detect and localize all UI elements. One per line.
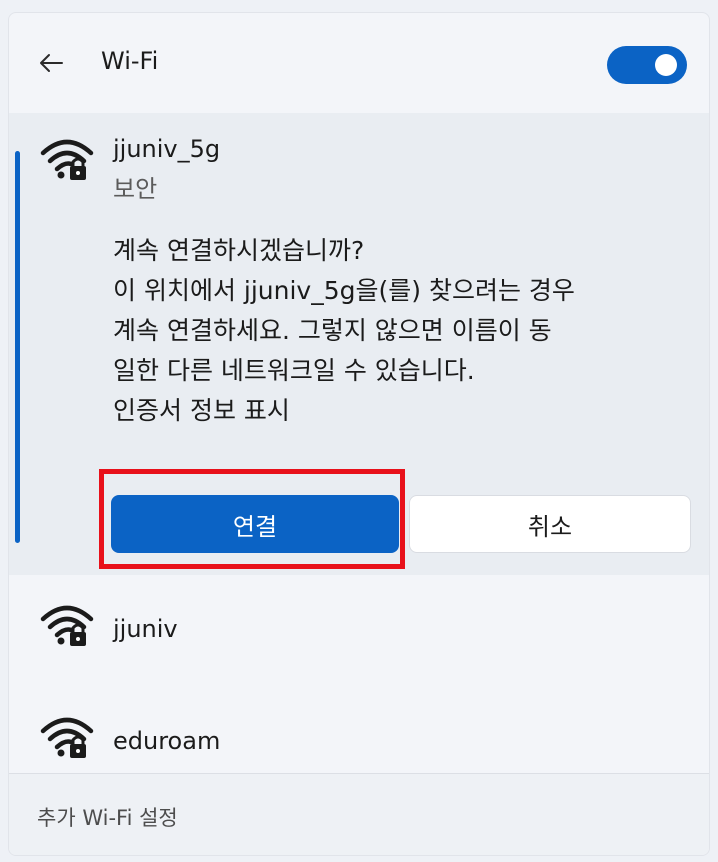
arrow-left-icon [40, 54, 63, 72]
wifi-flyout: Wi-Fi jjuniv_5g 보안 계속 연결하시겠습니까? 이 위치에서 j… [8, 12, 710, 856]
toggle-knob [655, 54, 677, 76]
wifi-toggle[interactable] [607, 46, 687, 84]
network-name: eduroam [113, 727, 221, 755]
back-button[interactable] [37, 49, 65, 77]
prompt-line: 계속 연결하시겠습니까? [113, 236, 365, 265]
selection-indicator [15, 151, 20, 543]
wifi-secured-icon [40, 717, 94, 758]
network-name: jjuniv_5g [113, 135, 221, 163]
network-security-status: 보안 [113, 175, 158, 203]
network-name: jjuniv [113, 615, 178, 643]
prompt-line: 계속 연결하세요. 그렇지 않으면 이름이 동 [113, 316, 552, 345]
prompt-line: 일한 다른 네트워크일 수 있습니다. [113, 356, 475, 385]
wifi-secured-icon [40, 605, 94, 646]
prompt-line: 이 위치에서 jjuniv_5g을(를) 찾으려는 경우 [113, 276, 575, 305]
network-item-jjuniv[interactable]: jjuniv [9, 579, 709, 679]
network-item-jjuniv-5g-expanded: jjuniv_5g 보안 계속 연결하시겠습니까? 이 위치에서 jjuniv_… [9, 113, 709, 575]
wifi-secured-icon [40, 139, 94, 180]
more-wifi-settings-link[interactable]: 추가 Wi-Fi 설정 [37, 802, 178, 832]
cancel-button[interactable]: 취소 [409, 495, 691, 553]
flyout-footer: 추가 Wi-Fi 설정 [9, 773, 709, 855]
connection-prompt: 계속 연결하시겠습니까? 이 위치에서 jjuniv_5g을(를) 찾으려는 경… [113, 231, 683, 431]
flyout-header: Wi-Fi [9, 13, 709, 113]
show-certificate-link[interactable]: 인증서 정보 표시 [113, 391, 683, 431]
page-title: Wi-Fi [101, 47, 159, 75]
connect-button[interactable]: 연결 [111, 495, 399, 553]
